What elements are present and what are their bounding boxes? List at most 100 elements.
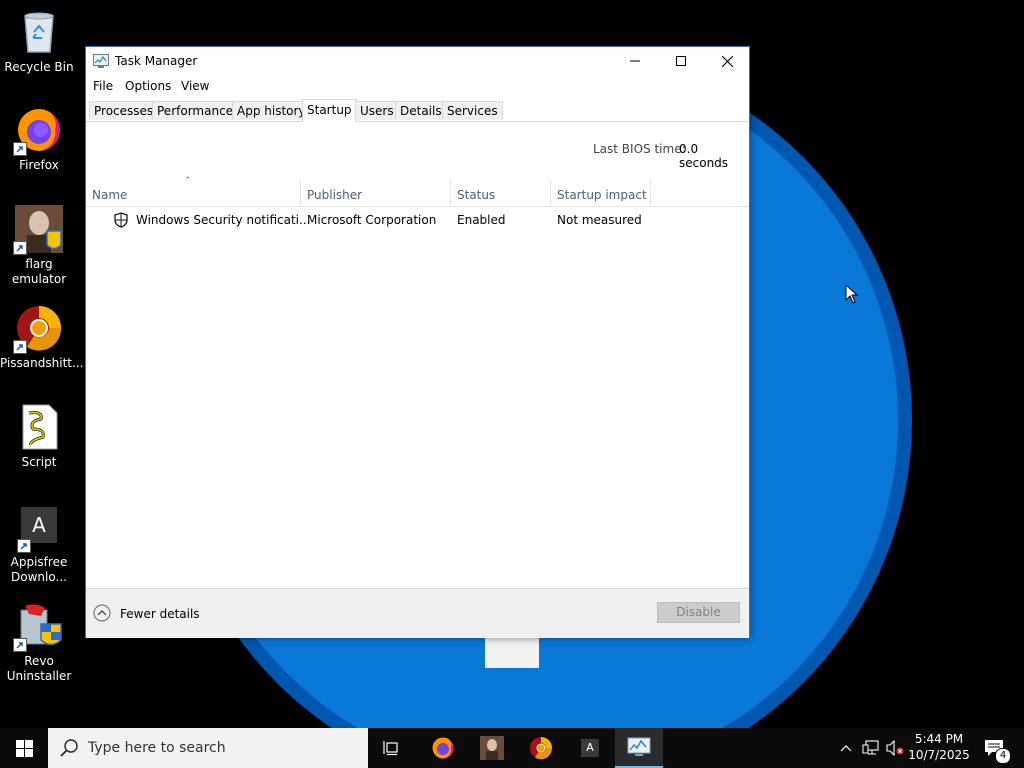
taskbar-search-box[interactable]: Type here to search — [48, 728, 368, 768]
desktop-icon-label-line2: Uninstaller — [6, 669, 72, 683]
clock-time: 5:44 PM — [914, 732, 964, 746]
appisfree-letter: A — [586, 741, 594, 754]
shield-icon — [114, 212, 128, 228]
column-header-startup-impact[interactable]: Startup impact — [551, 180, 651, 206]
menu-file[interactable]: File — [93, 79, 113, 93]
taskbar: Type here to search A 5:44 PM 10/7/2025 … — [0, 728, 1024, 768]
chevron-up-icon — [840, 745, 852, 752]
desktop-icon-flarg-emulator[interactable]: flarg emulator — [0, 205, 78, 287]
table-row[interactable]: Windows Security notificati... Microsoft… — [86, 209, 749, 231]
taskbar-chrome[interactable] — [517, 728, 565, 768]
taskbar-flarg-emulator[interactable] — [468, 728, 516, 768]
desktop-icon-appisfree[interactable]: A Appisfree Downlo... — [0, 507, 78, 585]
shortcut-arrow-icon — [17, 539, 31, 553]
desktop-icon-firefox[interactable]: Firefox — [0, 106, 78, 173]
row-name-cell: Windows Security notificati... — [136, 213, 311, 227]
start-button[interactable] — [0, 728, 48, 768]
search-placeholder: Type here to search — [88, 740, 226, 756]
desktop-icon-label-line2: emulator — [11, 272, 67, 286]
desktop-icon-label-line1: Revo — [24, 654, 54, 668]
volume-muted-icon — [886, 740, 904, 756]
column-headers: ⌃ Name Publisher Status Startup impact — [86, 176, 749, 207]
minimize-button[interactable] — [612, 47, 658, 75]
column-header-status[interactable]: Status — [451, 180, 551, 206]
footer-bar: Fewer details Disable — [86, 588, 749, 638]
desktop-icon-label: Pissandshitt... — [0, 356, 84, 370]
shortcut-arrow-icon — [13, 340, 27, 354]
menu-view[interactable]: View — [181, 79, 209, 93]
network-tray-button[interactable] — [860, 728, 882, 768]
taskbar-task-manager[interactable] — [615, 728, 663, 768]
menu-options[interactable]: Options — [125, 79, 171, 93]
desktop-icon-label: Recycle Bin — [4, 60, 74, 74]
appisfree-letter: A — [32, 513, 46, 537]
tab-users[interactable]: Users — [355, 101, 399, 120]
desktop-icon-revo-uninstaller[interactable]: Revo Uninstaller — [0, 602, 78, 684]
desktop-icon-label-line1: Appisfree — [10, 555, 68, 569]
action-center-button[interactable]: 4 — [980, 728, 1011, 768]
column-header-name[interactable]: ⌃ Name — [86, 176, 301, 206]
recycle-bin-icon — [15, 8, 63, 56]
taskbar-clock[interactable]: 5:44 PM 10/7/2025 — [906, 731, 972, 763]
last-bios-time-label: Last BIOS time: — [593, 142, 686, 156]
maximize-icon — [676, 56, 686, 66]
last-bios-time-value: 0.0 seconds — [679, 142, 729, 170]
task-manager-window[interactable]: Task Manager File Options View Processes… — [85, 46, 750, 638]
minimize-icon — [630, 60, 640, 62]
close-button[interactable] — [704, 47, 750, 75]
clock-date: 10/7/2025 — [908, 748, 970, 762]
chrome-icon — [530, 737, 553, 760]
task-manager-icon — [627, 737, 651, 756]
taskbar-appisfree[interactable]: A — [566, 728, 614, 768]
appisfree-icon: A — [17, 507, 57, 553]
volume-tray-button[interactable] — [884, 728, 906, 768]
script-file-icon — [15, 403, 63, 451]
sort-ascending-icon: ⌃ — [184, 176, 192, 186]
windows-logo-icon — [15, 739, 33, 757]
column-header-publisher[interactable]: Publisher — [301, 180, 451, 206]
chrome-icon — [13, 304, 63, 354]
desktop-icon-label-line2: Downlo... — [11, 570, 67, 584]
firefox-icon — [13, 106, 63, 156]
row-status-cell: Enabled — [457, 213, 506, 227]
desktop-icon-label: Firefox — [19, 158, 59, 172]
column-header-label: Status — [457, 188, 496, 202]
desktop-icon-script[interactable]: Script — [0, 403, 78, 470]
task-manager-icon — [93, 54, 109, 68]
revo-uninstaller-icon — [13, 602, 63, 652]
tab-startup[interactable]: Startup — [302, 99, 357, 122]
column-header-label: Startup impact — [557, 188, 647, 202]
desktop-icon-pissandshitt[interactable]: Pissandshitt... — [0, 304, 84, 371]
notification-count-badge: 4 — [995, 748, 1011, 764]
task-view-icon — [383, 741, 398, 756]
desktop-icon-recycle-bin[interactable]: Recycle Bin — [0, 8, 78, 75]
chevron-up-circle-icon — [93, 604, 111, 622]
search-icon — [60, 739, 78, 757]
appisfree-icon: A — [581, 739, 599, 757]
task-view-button[interactable] — [368, 728, 416, 768]
shortcut-arrow-icon — [13, 638, 27, 652]
disable-button[interactable]: Disable — [657, 602, 740, 623]
mouse-pointer-icon — [845, 284, 859, 304]
tab-services[interactable]: Services — [442, 101, 503, 120]
tab-performance[interactable]: Performance — [152, 101, 239, 120]
tab-processes[interactable]: Processes — [89, 101, 159, 120]
tab-app-history[interactable]: App history — [232, 101, 311, 120]
flarg-emulator-icon — [480, 736, 504, 760]
title-bar[interactable]: Task Manager — [86, 47, 749, 75]
tab-details[interactable]: Details — [395, 101, 447, 120]
close-icon — [721, 55, 733, 67]
row-publisher-cell: Microsoft Corporation — [307, 213, 437, 227]
window-title: Task Manager — [115, 54, 198, 68]
maximize-button[interactable] — [658, 47, 704, 75]
network-icon — [862, 740, 879, 755]
taskbar-firefox[interactable] — [419, 728, 467, 768]
flarg-emulator-icon — [13, 205, 63, 255]
shortcut-arrow-icon — [13, 241, 27, 255]
row-impact-cell: Not measured — [557, 213, 642, 227]
shortcut-arrow-icon — [13, 142, 27, 156]
desktop-icon-label: Script — [21, 455, 57, 469]
tab-strip: Processes Performance App history Startu… — [86, 99, 749, 122]
show-hidden-icons-button[interactable] — [836, 728, 856, 768]
fewer-details-label: Fewer details — [120, 607, 200, 621]
